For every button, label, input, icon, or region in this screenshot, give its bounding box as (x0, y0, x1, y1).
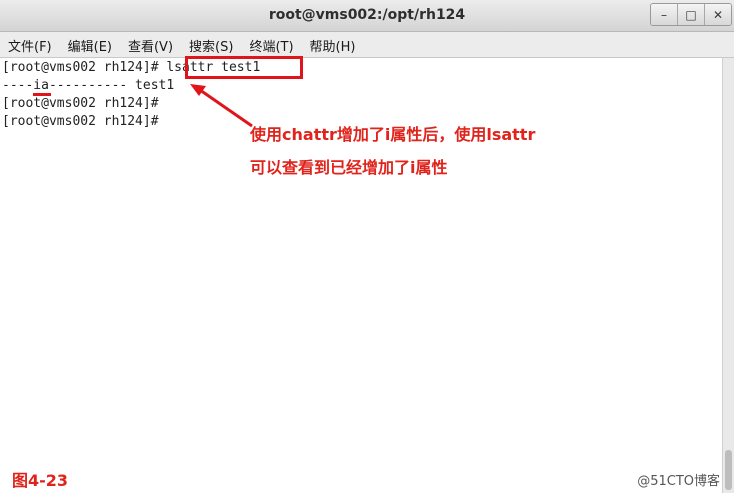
annotation-arrow (190, 84, 253, 128)
annotation-line-1: 使用chattr增加了i属性后，使用lsattr (250, 125, 536, 144)
watermark: @51CTO博客 (637, 474, 720, 489)
annotation-line-2: 可以查看到已经增加了i属性 (250, 158, 448, 177)
figure-label: 图4-23 (12, 471, 69, 490)
